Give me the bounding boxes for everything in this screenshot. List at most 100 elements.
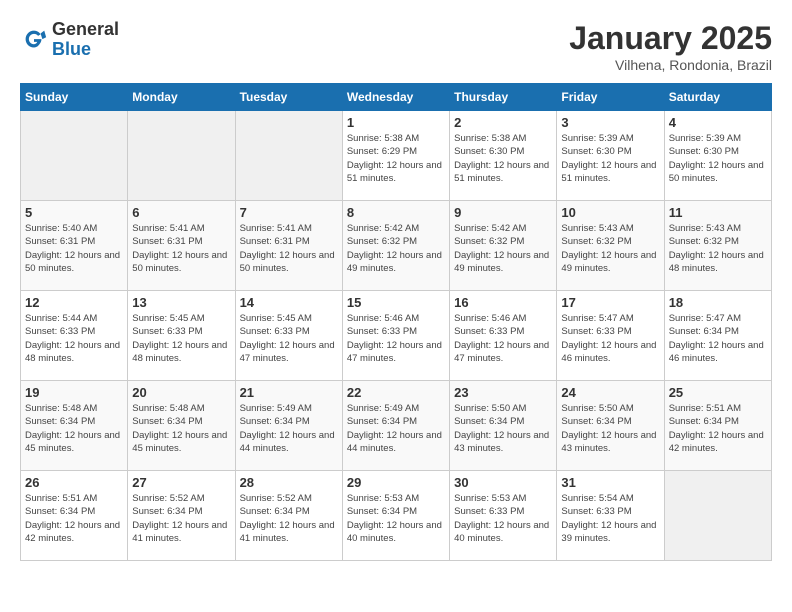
calendar-cell: 2Sunrise: 5:38 AM Sunset: 6:30 PM Daylig… — [450, 111, 557, 201]
calendar-body: 1 Sunrise: 5:38 AM Sunset: 6:29 PM Daylig… — [21, 111, 772, 561]
calendar-cell: 20Sunrise: 5:48 AM Sunset: 6:34 PM Dayli… — [128, 381, 235, 471]
week-row-4: 19 Sunrise: 5:48 AM Sunset: 6:34 PM Dayli… — [21, 381, 772, 471]
day-number: 31 — [561, 475, 659, 490]
day-number: 6 — [132, 205, 230, 220]
day-info: Sunrise: 5:52 AM Sunset: 6:34 PM Dayligh… — [240, 492, 338, 545]
day-number: 16 — [454, 295, 552, 310]
day-info: Sunrise: 5:48 AM Sunset: 6:34 PM Dayligh… — [132, 402, 230, 455]
day-number: 8 — [347, 205, 445, 220]
day-number: 14 — [240, 295, 338, 310]
day-number: 9 — [454, 205, 552, 220]
calendar-cell: 29 Sunrise: 5:53 AM Sunset: 6:34 PM Dayli… — [342, 471, 449, 561]
calendar-cell: 10Sunrise: 5:43 AM Sunset: 6:32 PM Dayli… — [557, 201, 664, 291]
calendar-subtitle: Vilhena, Rondonia, Brazil — [569, 57, 772, 73]
calendar-cell: 27Sunrise: 5:52 AM Sunset: 6:34 PM Dayli… — [128, 471, 235, 561]
day-info: Sunrise: 5:40 AM Sunset: 6:31 PM Dayligh… — [25, 222, 123, 275]
day-info: Sunrise: 5:47 AM Sunset: 6:33 PM Dayligh… — [561, 312, 659, 365]
day-number: 7 — [240, 205, 338, 220]
week-row-5: 26 Sunrise: 5:51 AM Sunset: 6:34 PM Dayli… — [21, 471, 772, 561]
header-day-wednesday: Wednesday — [342, 84, 449, 111]
day-info: Sunrise: 5:48 AM Sunset: 6:34 PM Dayligh… — [25, 402, 123, 455]
day-info: Sunrise: 5:46 AM Sunset: 6:33 PM Dayligh… — [347, 312, 445, 365]
logo: General Blue — [20, 20, 119, 60]
day-info: Sunrise: 5:53 AM Sunset: 6:33 PM Dayligh… — [454, 492, 552, 545]
day-number: 24 — [561, 385, 659, 400]
calendar-cell: 3 Sunrise: 5:39 AM Sunset: 6:30 PM Daylig… — [557, 111, 664, 201]
header-row: SundayMondayTuesdayWednesdayThursdayFrid… — [21, 84, 772, 111]
day-info: Sunrise: 5:38 AM Sunset: 6:30 PM Dayligh… — [454, 132, 552, 185]
day-number: 17 — [561, 295, 659, 310]
logo-text: General Blue — [52, 20, 119, 60]
page-header: General Blue January 2025 Vilhena, Rondo… — [20, 20, 772, 73]
header-day-friday: Friday — [557, 84, 664, 111]
day-info: Sunrise: 5:39 AM Sunset: 6:30 PM Dayligh… — [561, 132, 659, 185]
calendar-cell — [664, 471, 771, 561]
day-number: 25 — [669, 385, 767, 400]
calendar-cell — [128, 111, 235, 201]
calendar-table: SundayMondayTuesdayWednesdayThursdayFrid… — [20, 83, 772, 561]
calendar-cell: 25 Sunrise: 5:51 AM Sunset: 6:34 PM Dayli… — [664, 381, 771, 471]
calendar-title: January 2025 — [569, 20, 772, 57]
day-info: Sunrise: 5:46 AM Sunset: 6:33 PM Dayligh… — [454, 312, 552, 365]
day-number: 26 — [25, 475, 123, 490]
calendar-cell: 18Sunrise: 5:47 AM Sunset: 6:34 PM Dayli… — [664, 291, 771, 381]
day-info: Sunrise: 5:51 AM Sunset: 6:34 PM Dayligh… — [669, 402, 767, 455]
day-number: 1 — [347, 115, 445, 130]
week-row-3: 12Sunrise: 5:44 AM Sunset: 6:33 PM Dayli… — [21, 291, 772, 381]
week-row-1: 1 Sunrise: 5:38 AM Sunset: 6:29 PM Daylig… — [21, 111, 772, 201]
day-info: Sunrise: 5:47 AM Sunset: 6:34 PM Dayligh… — [669, 312, 767, 365]
day-info: Sunrise: 5:38 AM Sunset: 6:29 PM Dayligh… — [347, 132, 445, 185]
header-day-sunday: Sunday — [21, 84, 128, 111]
day-info: Sunrise: 5:42 AM Sunset: 6:32 PM Dayligh… — [454, 222, 552, 275]
day-info: Sunrise: 5:42 AM Sunset: 6:32 PM Dayligh… — [347, 222, 445, 275]
day-number: 11 — [669, 205, 767, 220]
day-info: Sunrise: 5:52 AM Sunset: 6:34 PM Dayligh… — [132, 492, 230, 545]
calendar-cell: 12Sunrise: 5:44 AM Sunset: 6:33 PM Dayli… — [21, 291, 128, 381]
day-info: Sunrise: 5:53 AM Sunset: 6:34 PM Dayligh… — [347, 492, 445, 545]
day-number: 5 — [25, 205, 123, 220]
day-info: Sunrise: 5:45 AM Sunset: 6:33 PM Dayligh… — [132, 312, 230, 365]
calendar-cell: 30Sunrise: 5:53 AM Sunset: 6:33 PM Dayli… — [450, 471, 557, 561]
calendar-cell: 1 Sunrise: 5:38 AM Sunset: 6:29 PM Daylig… — [342, 111, 449, 201]
header-day-tuesday: Tuesday — [235, 84, 342, 111]
calendar-cell: 5 Sunrise: 5:40 AM Sunset: 6:31 PM Daylig… — [21, 201, 128, 291]
calendar-cell: 7Sunrise: 5:41 AM Sunset: 6:31 PM Daylig… — [235, 201, 342, 291]
calendar-cell — [235, 111, 342, 201]
logo-icon — [20, 26, 48, 54]
calendar-cell: 9 Sunrise: 5:42 AM Sunset: 6:32 PM Daylig… — [450, 201, 557, 291]
logo-blue-text: Blue — [52, 40, 119, 60]
day-number: 3 — [561, 115, 659, 130]
calendar-cell: 4 Sunrise: 5:39 AM Sunset: 6:30 PM Daylig… — [664, 111, 771, 201]
header-day-thursday: Thursday — [450, 84, 557, 111]
day-number: 13 — [132, 295, 230, 310]
calendar-cell: 19 Sunrise: 5:48 AM Sunset: 6:34 PM Dayli… — [21, 381, 128, 471]
calendar-cell: 16 Sunrise: 5:46 AM Sunset: 6:33 PM Dayli… — [450, 291, 557, 381]
day-number: 22 — [347, 385, 445, 400]
day-number: 21 — [240, 385, 338, 400]
logo-general-text: General — [52, 20, 119, 40]
calendar-cell: 8 Sunrise: 5:42 AM Sunset: 6:32 PM Daylig… — [342, 201, 449, 291]
day-info: Sunrise: 5:44 AM Sunset: 6:33 PM Dayligh… — [25, 312, 123, 365]
day-number: 4 — [669, 115, 767, 130]
week-row-2: 5 Sunrise: 5:40 AM Sunset: 6:31 PM Daylig… — [21, 201, 772, 291]
calendar-cell: 15 Sunrise: 5:46 AM Sunset: 6:33 PM Dayli… — [342, 291, 449, 381]
day-info: Sunrise: 5:45 AM Sunset: 6:33 PM Dayligh… — [240, 312, 338, 365]
day-number: 29 — [347, 475, 445, 490]
calendar-cell: 24Sunrise: 5:50 AM Sunset: 6:34 PM Dayli… — [557, 381, 664, 471]
day-info: Sunrise: 5:43 AM Sunset: 6:32 PM Dayligh… — [669, 222, 767, 275]
calendar-cell: 23Sunrise: 5:50 AM Sunset: 6:34 PM Dayli… — [450, 381, 557, 471]
day-number: 19 — [25, 385, 123, 400]
header-day-monday: Monday — [128, 84, 235, 111]
calendar-cell: 31Sunrise: 5:54 AM Sunset: 6:33 PM Dayli… — [557, 471, 664, 561]
title-block: January 2025 Vilhena, Rondonia, Brazil — [569, 20, 772, 73]
calendar-cell: 13 Sunrise: 5:45 AM Sunset: 6:33 PM Dayli… — [128, 291, 235, 381]
day-info: Sunrise: 5:49 AM Sunset: 6:34 PM Dayligh… — [347, 402, 445, 455]
calendar-header: SundayMondayTuesdayWednesdayThursdayFrid… — [21, 84, 772, 111]
calendar-cell: 6Sunrise: 5:41 AM Sunset: 6:31 PM Daylig… — [128, 201, 235, 291]
day-info: Sunrise: 5:39 AM Sunset: 6:30 PM Dayligh… — [669, 132, 767, 185]
day-info: Sunrise: 5:51 AM Sunset: 6:34 PM Dayligh… — [25, 492, 123, 545]
calendar-cell: 14 Sunrise: 5:45 AM Sunset: 6:33 PM Dayli… — [235, 291, 342, 381]
calendar-cell: 21Sunrise: 5:49 AM Sunset: 6:34 PM Dayli… — [235, 381, 342, 471]
day-info: Sunrise: 5:43 AM Sunset: 6:32 PM Dayligh… — [561, 222, 659, 275]
day-number: 15 — [347, 295, 445, 310]
